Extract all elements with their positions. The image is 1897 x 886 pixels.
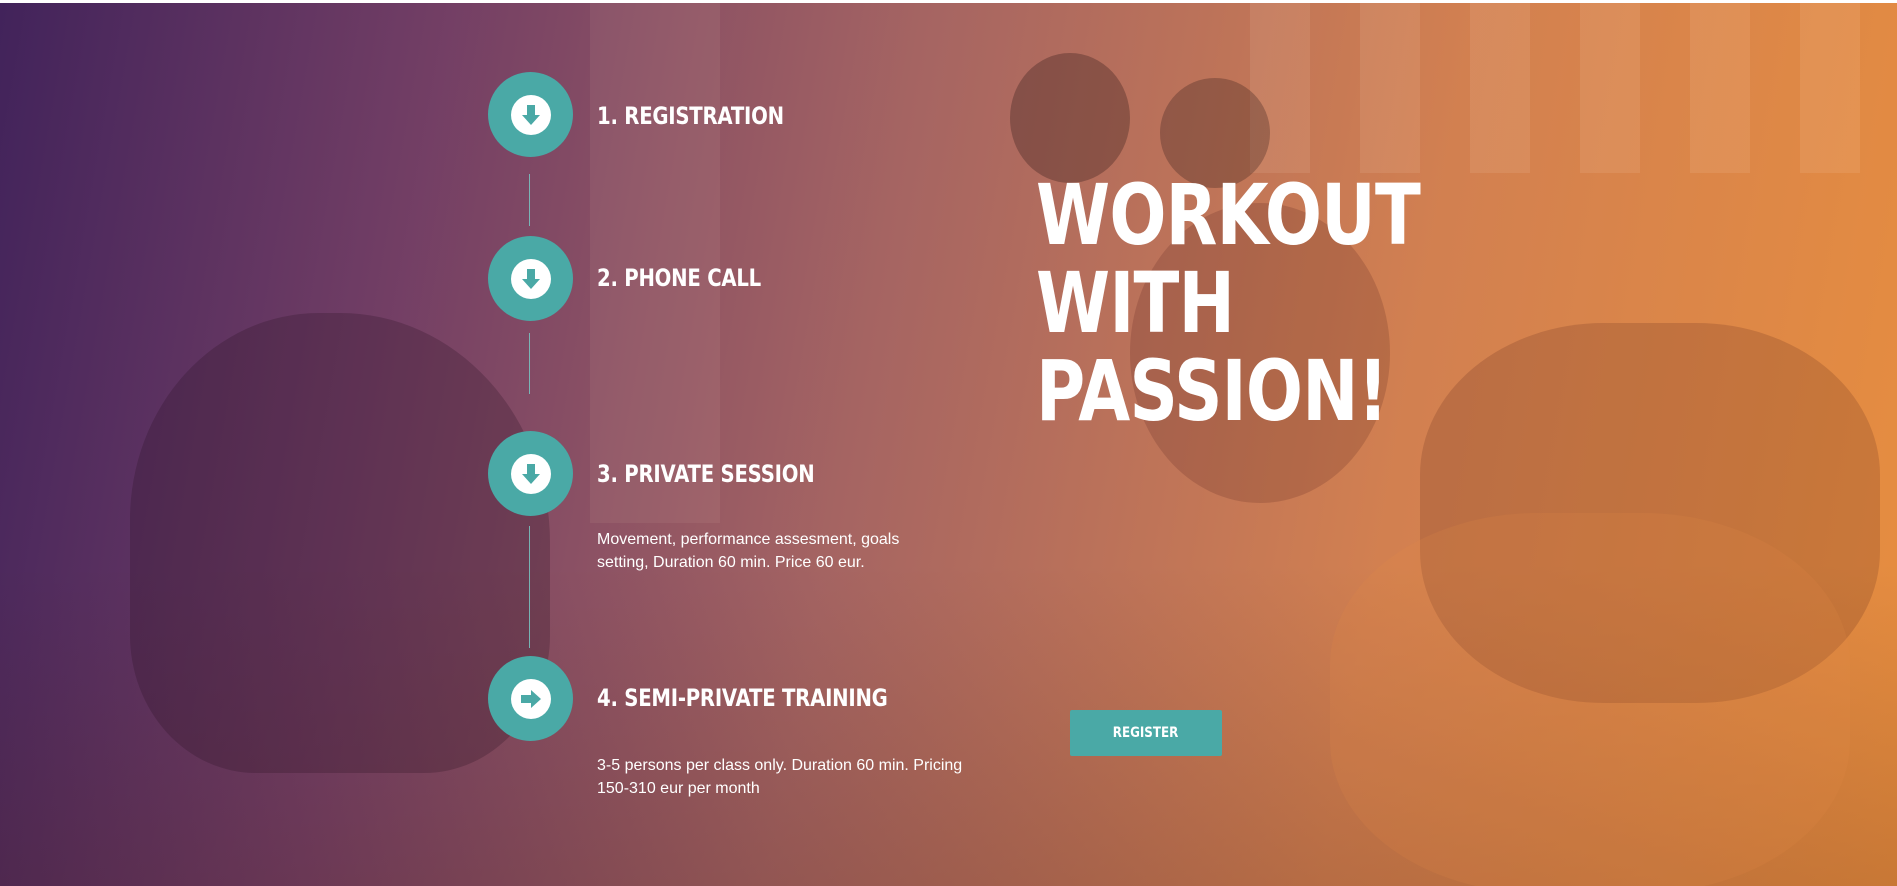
arrow-down-circle-icon [510,94,551,135]
step-connector [529,333,530,394]
step-badge [488,72,573,157]
step-title: 1. REGISTRATION [597,102,784,130]
register-button[interactable]: REGISTER [1070,710,1222,756]
step-connector [529,526,530,648]
step-description: Movement, performance assesment, goals s… [597,531,900,571]
step-description: 3-5 persons per class only. Duration 60 … [597,757,963,797]
step-badge [488,431,573,516]
arrow-down-circle-icon [510,258,551,299]
background-column [590,3,720,523]
register-button-label: REGISTER [1113,725,1179,741]
background-windows [1250,3,1890,173]
step-badge [488,656,573,741]
background-weight-plate [1010,53,1130,183]
hero-section: 1. REGISTRATION 2. PHONE CALL 3. PRIVATE… [0,3,1897,886]
background-trainer-figure [130,313,550,773]
background-floor [0,563,1897,886]
arrow-right-circle-icon [510,678,551,719]
background-athlete-figure [1420,323,1880,703]
hero-headline: WORKOUT WITH PASSION! [1036,166,1421,440]
headline-line: PASSION! [1036,342,1388,440]
step-connector [529,174,530,226]
step-title: 2. PHONE CALL [597,264,761,292]
arrow-down-circle-icon [510,453,551,494]
step-title: 3. PRIVATE SESSION [597,460,815,488]
step-title: 4. SEMI-PRIVATE TRAINING [597,684,888,712]
step-badge [488,236,573,321]
headline-line: WORKOUT [1036,166,1421,264]
headline-line: WITH [1036,254,1235,352]
background-athlete-figure [1330,513,1850,886]
